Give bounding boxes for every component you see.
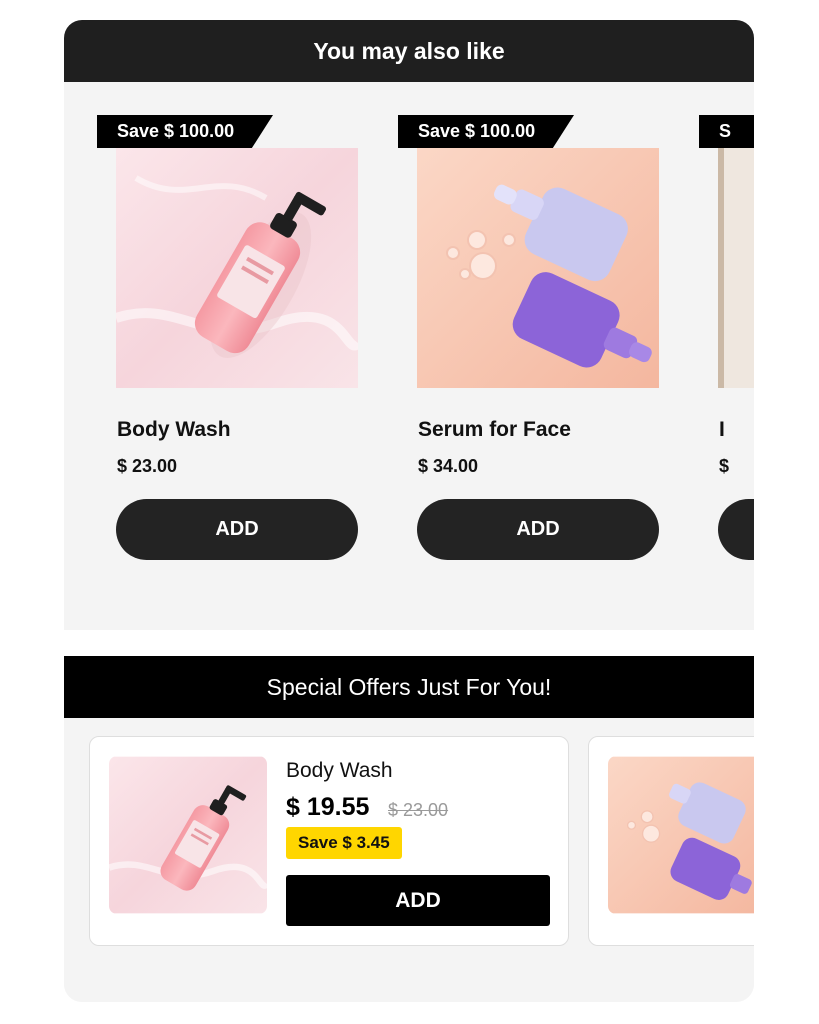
product-card[interactable]: Save $ 100.00	[398, 82, 668, 650]
add-to-cart-button[interactable]: ADD	[417, 499, 659, 560]
add-to-cart-button[interactable]: ADD	[116, 499, 358, 560]
offer-card-partial[interactable]	[588, 736, 754, 946]
section-divider	[64, 630, 754, 656]
offers-carousel[interactable]: Body Wash $ 19.55 $ 23.00 Save $ 3.45 AD…	[64, 718, 754, 1002]
section-title-you-may-also-like: You may also like	[64, 20, 754, 82]
offer-save-badge: Save $ 3.45	[286, 827, 402, 859]
offer-card[interactable]: Body Wash $ 19.55 $ 23.00 Save $ 3.45 AD…	[89, 736, 569, 946]
product-card-partial[interactable]: S I $	[699, 82, 754, 650]
body-wash-image[interactable]	[109, 756, 267, 914]
serum-image[interactable]	[608, 756, 754, 914]
product-price: $	[719, 456, 730, 476]
offer-product-name[interactable]: Body Wash	[286, 759, 393, 783]
product-image-partial[interactable]	[718, 148, 754, 388]
offer-add-button[interactable]: ADD	[286, 875, 550, 926]
offer-price: $ 19.55	[286, 793, 370, 821]
product-name[interactable]: Body Wash	[117, 418, 231, 442]
product-name[interactable]: I	[719, 418, 725, 442]
save-tag: S	[699, 115, 754, 148]
add-to-cart-button[interactable]	[718, 499, 754, 560]
recommendation-panel: You may also like Save $ 100.00 Body Was…	[64, 20, 754, 1002]
save-tag: Save $ 100.00	[398, 115, 574, 148]
section-title-special-offers: Special Offers Just For You!	[64, 656, 754, 718]
product-name[interactable]: Serum for Face	[418, 418, 571, 442]
save-tag: Save $ 100.00	[97, 115, 273, 148]
product-carousel[interactable]: Save $ 100.00 Body Wash $ 23.00 ADD Save…	[64, 82, 754, 650]
offer-original-price: $ 23.00	[388, 800, 449, 820]
product-card[interactable]: Save $ 100.00	[97, 82, 367, 650]
product-price: $ 34.00	[418, 456, 479, 476]
product-price: $ 23.00	[117, 456, 178, 476]
body-wash-image[interactable]	[116, 148, 358, 388]
serum-image[interactable]	[417, 148, 659, 388]
